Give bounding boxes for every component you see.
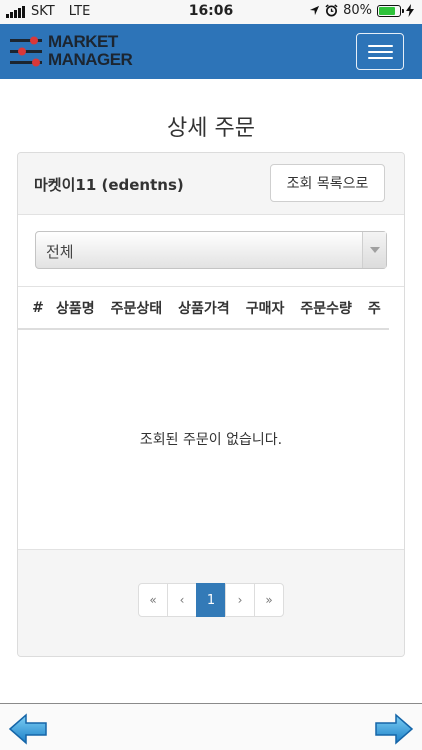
menu-toggle-button[interactable] (356, 33, 404, 70)
pagination: « ‹ 1 › » (138, 583, 284, 617)
chevron-down-icon (362, 232, 386, 268)
orders-table: # 상품명 주문상태 상품가격 구매자 주문수량 주 (18, 287, 389, 330)
column-header-truncated: 주 (359, 287, 389, 330)
hamburger-icon (368, 45, 393, 47)
column-header-price: 상품가격 (170, 287, 238, 330)
first-page-button[interactable]: « (138, 583, 168, 617)
column-header-status: 주문상태 (102, 287, 171, 330)
charging-icon (406, 4, 414, 17)
next-page-button[interactable]: › (225, 583, 255, 617)
alarm-icon (325, 4, 338, 17)
logo-text: MARKET MANAGER (48, 32, 133, 69)
orders-table-container[interactable]: # 상품명 주문상태 상품가격 구매자 주문수량 주 조회된 주문이 없습니다. (18, 287, 404, 550)
status-bar: SKT LTE 16:06 80% (0, 0, 422, 24)
logo-line1: MARKET (48, 32, 118, 51)
battery-icon (377, 4, 404, 17)
status-filter-select[interactable]: 전체 (35, 231, 387, 269)
prev-page-button[interactable]: ‹ (167, 583, 197, 617)
logo-line2: MANAGER (48, 50, 133, 69)
back-arrow-icon[interactable] (8, 712, 48, 746)
battery-fill (379, 6, 395, 15)
order-detail-panel: 마켓이11 (edentns) 조회 목록으로 전체 # 상품명 주문상태 상품… (17, 152, 405, 657)
hamburger-icon-line (368, 51, 393, 53)
empty-orders-message: 조회된 주문이 없습니다. (139, 432, 283, 448)
pagination-area: « ‹ 1 › » (18, 550, 404, 656)
column-header-product: 상품명 (48, 287, 103, 330)
market-name: 마켓이11 (edentns) (34, 176, 184, 194)
column-header-buyer: 구매자 (237, 287, 293, 330)
column-header-quantity: 주문수량 (292, 287, 360, 330)
last-page-button[interactable]: » (254, 583, 284, 617)
back-to-list-button[interactable]: 조회 목록으로 (270, 164, 385, 202)
hamburger-icon-line (368, 57, 393, 59)
browser-bottom-toolbar (0, 703, 422, 750)
navbar: MARKET MANAGER (0, 24, 422, 79)
status-right: 80% (309, 3, 414, 18)
column-header-index: # (18, 287, 48, 330)
filter-area: 전체 (18, 215, 404, 287)
table-header-row: # 상품명 주문상태 상품가격 구매자 주문수량 주 (18, 287, 389, 330)
logo-lines-icon (10, 36, 42, 67)
location-icon (310, 5, 320, 16)
panel-heading: 마켓이11 (edentns) 조회 목록으로 (18, 153, 404, 215)
battery-percent: 80% (343, 3, 372, 18)
page-title: 상세 주문 (167, 116, 255, 141)
forward-arrow-icon[interactable] (374, 712, 414, 746)
market-manager-logo[interactable]: MARKET MANAGER (10, 33, 133, 70)
current-page-button[interactable]: 1 (196, 583, 226, 617)
status-filter-value: 전체 (46, 243, 74, 261)
